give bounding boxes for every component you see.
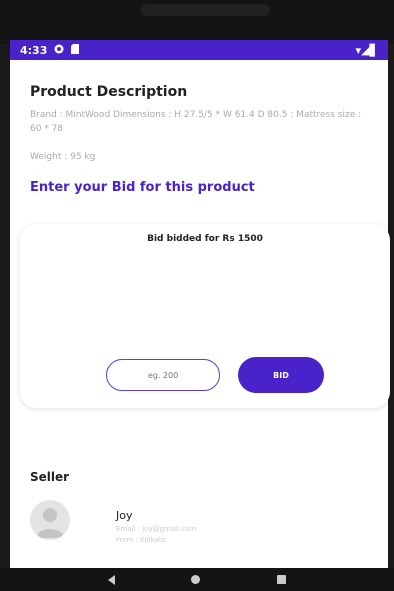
sd-card-icon bbox=[71, 43, 80, 57]
seller-location: From : Kolkata bbox=[116, 536, 166, 544]
camera-notch bbox=[140, 4, 270, 16]
seller-section-title: Seller bbox=[30, 470, 70, 484]
product-weight: Weight : 95 kg bbox=[30, 152, 96, 162]
status-left: 4:33 bbox=[20, 43, 80, 57]
status-time: 4:33 bbox=[20, 43, 48, 57]
seller-avatar bbox=[30, 500, 70, 540]
seller-name: Joy bbox=[116, 509, 133, 522]
back-icon[interactable] bbox=[108, 574, 116, 585]
bid-status-text: Bid bidded for Rs 1500 bbox=[147, 234, 263, 244]
bid-card: Bid bidded for Rs 1500 BID bbox=[20, 224, 390, 408]
home-icon[interactable] bbox=[191, 575, 201, 584]
app-notification-icon bbox=[54, 44, 64, 57]
wifi-signal-battery-icons: ▾◢▋ bbox=[355, 43, 378, 57]
bid-prompt: Enter your Bid for this product bbox=[30, 180, 255, 195]
bid-button[interactable]: BID bbox=[238, 357, 324, 393]
recent-apps-icon[interactable] bbox=[276, 575, 286, 584]
product-description-title: Product Description bbox=[30, 84, 188, 100]
status-bar: 4:33 ▾◢▋ bbox=[10, 40, 388, 60]
android-nav-bar bbox=[0, 568, 394, 591]
seller-email: Email : joy@gmail.com bbox=[116, 525, 197, 533]
status-right: ▾◢▋ bbox=[356, 44, 378, 57]
user-avatar-icon bbox=[36, 508, 64, 538]
bid-amount-input[interactable] bbox=[106, 359, 220, 391]
product-description-text: Brand : MintWood Dimensions : H 27.5/5 *… bbox=[30, 110, 362, 134]
device-top-bezel bbox=[0, 0, 394, 44]
product-detail-screen: Product Description Brand : MintWood Dim… bbox=[10, 60, 390, 568]
